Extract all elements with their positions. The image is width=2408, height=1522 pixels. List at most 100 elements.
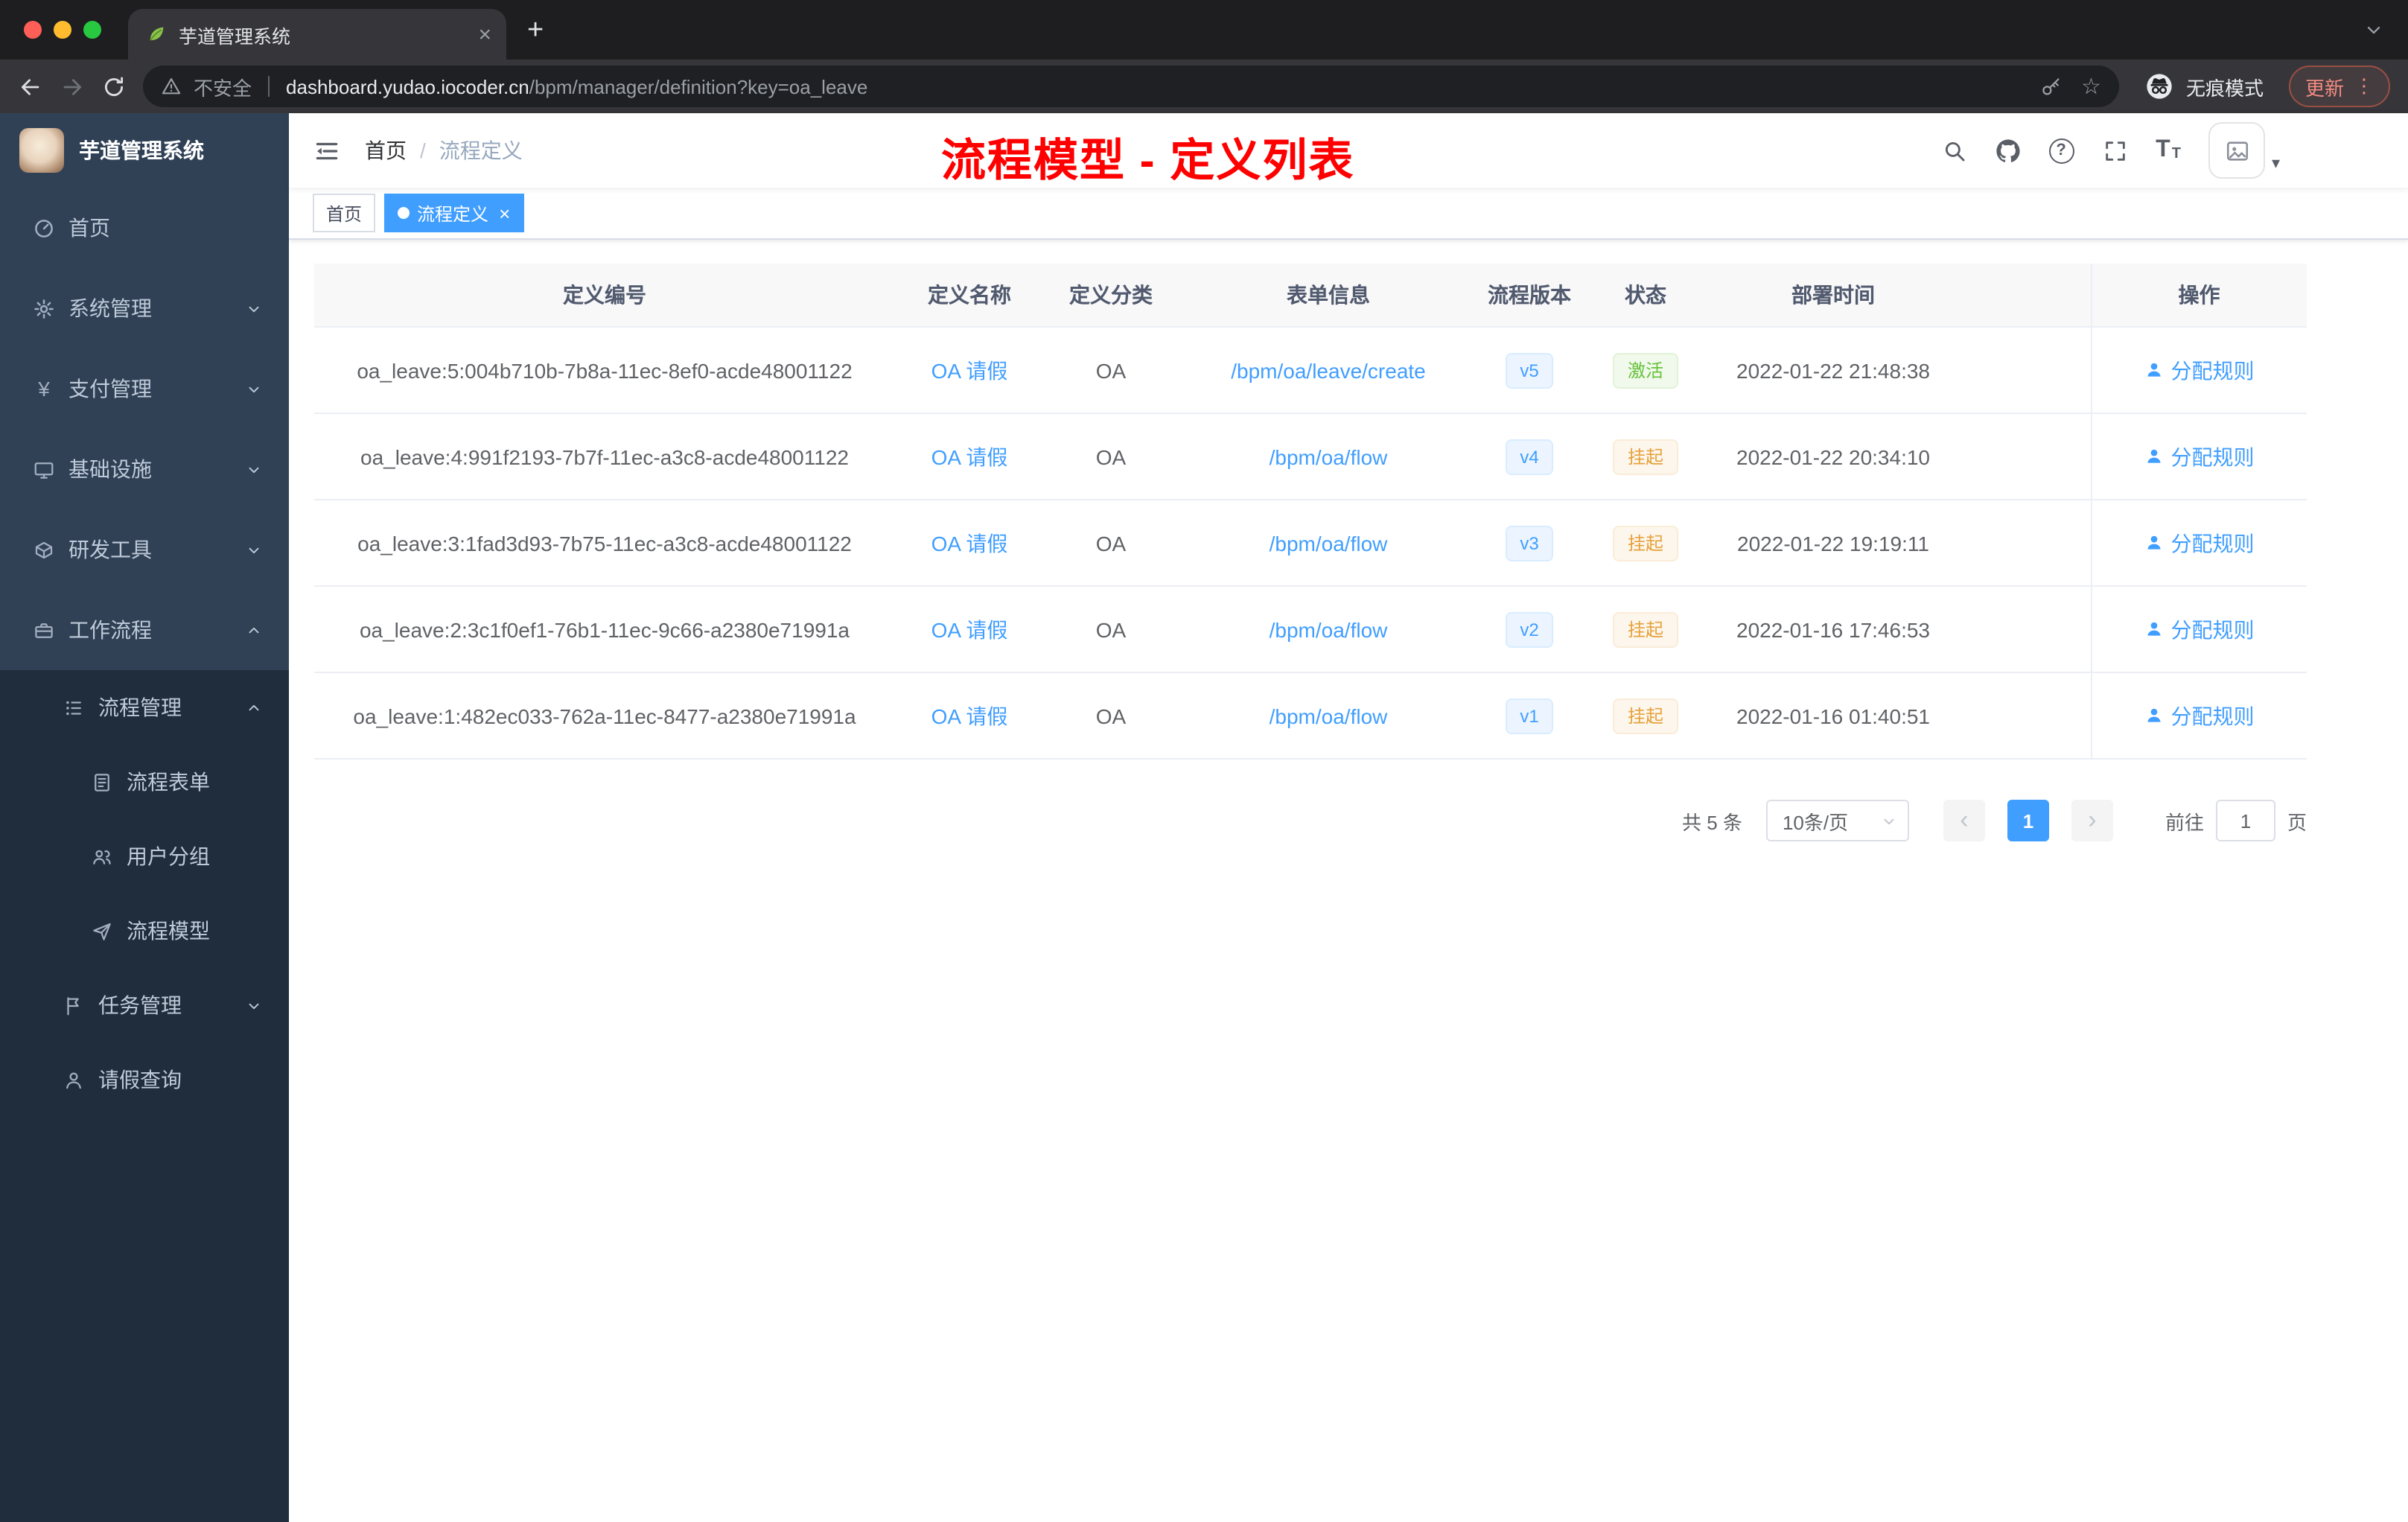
sidebar-item-process-management[interactable]: 流程管理	[0, 670, 289, 745]
definition-name-link[interactable]: OA 请假	[931, 531, 1008, 555]
sidebar-item-home[interactable]: 首页	[0, 188, 289, 268]
cell-filler	[1955, 672, 2091, 760]
paper-plane-icon	[91, 920, 113, 942]
form-link[interactable]: /bpm/oa/flow	[1270, 704, 1388, 727]
assign-rule-link[interactable]: 分配规则	[2144, 614, 2255, 644]
definition-name-link[interactable]: OA 请假	[931, 617, 1008, 641]
sidebar-item-dev-tools[interactable]: 研发工具	[0, 509, 289, 590]
zoom-window-button[interactable]	[83, 21, 101, 39]
tag-current[interactable]: 流程定义 ×	[384, 194, 524, 232]
sidebar-item-task-management[interactable]: 任务管理	[0, 968, 289, 1042]
help-icon[interactable]: ?	[2048, 138, 2074, 163]
minimize-window-button[interactable]	[54, 21, 71, 39]
menu-dots-icon[interactable]: ⋮	[2354, 74, 2374, 98]
col-header-status: 状态	[1580, 264, 1711, 328]
github-icon[interactable]	[1995, 138, 2020, 163]
cell-category: OA	[1044, 327, 1178, 414]
assign-rule-link[interactable]: 分配规则	[2144, 701, 2255, 730]
fullscreen-icon[interactable]	[2102, 138, 2127, 163]
version-badge: v3	[1505, 525, 1554, 561]
version-badge: v5	[1505, 352, 1554, 388]
assign-rule-link[interactable]: 分配规则	[2144, 528, 2255, 558]
cell-definition-id: oa_leave:2:3c1f0ef1-76b1-11ec-9c66-a2380…	[314, 586, 895, 673]
col-header-version: 流程版本	[1479, 264, 1580, 328]
sidebar-item-leave-query[interactable]: 请假查询	[0, 1042, 289, 1117]
caret-down-icon: ▾	[2271, 155, 2280, 173]
browser-tab[interactable]: 芋道管理系统 ×	[128, 9, 506, 60]
prev-page-button[interactable]: ‹	[1943, 800, 1985, 841]
monitor-icon	[33, 458, 55, 480]
next-page-button[interactable]: ›	[2071, 800, 2113, 841]
page-size-select[interactable]: 10条/页	[1765, 800, 1909, 841]
bookmark-star-icon[interactable]: ☆	[2081, 75, 2101, 98]
status-badge: 挂起	[1612, 439, 1678, 474]
assign-rule-link[interactable]: 分配规则	[2144, 442, 2255, 471]
user-avatar[interactable]: ▾	[2208, 122, 2280, 179]
goto-label: 前往	[2165, 811, 2204, 833]
sidebar-item-workflow[interactable]: 工作流程	[0, 590, 289, 670]
sidebar-submenu-workflow: 流程管理 流程表单 用户分组 流程模型 任务管理 请假查询	[0, 670, 289, 1117]
definition-table: 定义编号 定义名称 定义分类 表单信息 流程版本 状态 部署时间 操作 oa_l…	[314, 264, 2307, 760]
box-icon	[33, 538, 55, 561]
close-icon[interactable]: ×	[499, 202, 510, 224]
address-bar[interactable]: 不安全 dashboard.yudao.iocoder.cn/bpm/manag…	[143, 66, 2119, 107]
app-logo[interactable]: 芋道管理系统	[0, 113, 289, 188]
col-header-form-info: 表单信息	[1178, 264, 1479, 328]
cell-category: OA	[1044, 586, 1178, 673]
tree-list-icon	[63, 696, 85, 719]
definition-name-link[interactable]: OA 请假	[931, 704, 1008, 727]
cell-deploy-time: 2022-01-22 20:34:10	[1711, 413, 1955, 500]
back-icon[interactable]	[18, 74, 43, 99]
definition-name-link[interactable]: OA 请假	[931, 358, 1008, 382]
chrome-update-button[interactable]: 更新 ⋮	[2288, 66, 2390, 107]
cell-category: OA	[1044, 413, 1178, 500]
image-placeholder-icon	[2225, 138, 2250, 163]
form-link[interactable]: /bpm/oa/flow	[1270, 531, 1388, 555]
version-badge: v1	[1505, 698, 1554, 733]
flag-icon	[63, 994, 85, 1016]
not-secure-warning-icon[interactable]	[161, 76, 182, 97]
sidebar-item-system-management[interactable]: 系统管理	[0, 268, 289, 348]
current-page-button[interactable]: 1	[2007, 800, 2049, 841]
user-icon	[2144, 620, 2164, 639]
goto-page-input[interactable]	[2215, 800, 2275, 841]
sidebar-item-payment-management[interactable]: ¥ 支付管理	[0, 348, 289, 429]
sidebar-item-infrastructure[interactable]: 基础设施	[0, 429, 289, 509]
refresh-icon[interactable]	[101, 74, 127, 99]
tab-search-chevron-icon[interactable]	[2363, 19, 2384, 40]
pagination-total: 共 5 条	[1682, 811, 1742, 833]
hamburger-icon[interactable]	[313, 136, 341, 165]
search-icon[interactable]	[1941, 138, 1966, 163]
url-text: dashboard.yudao.iocoder.cn/bpm/manager/d…	[286, 75, 867, 98]
breadcrumb-home[interactable]: 首页	[365, 136, 407, 165]
tag-home[interactable]: 首页	[313, 194, 376, 232]
tab-close-icon[interactable]: ×	[478, 22, 491, 47]
sidebar-item-label: 流程模型	[127, 919, 210, 943]
cell-definition-id: oa_leave:4:991f2193-7b7f-11ec-a3c8-acde4…	[314, 413, 895, 500]
chevron-down-icon	[246, 300, 262, 316]
assign-rule-link[interactable]: 分配规则	[2144, 355, 2255, 385]
omnibox-actions: ☆	[2039, 75, 2101, 98]
sidebar-item-label: 任务管理	[98, 993, 182, 1017]
form-link[interactable]: /bpm/oa/leave/create	[1231, 358, 1426, 382]
tags-view: 首页 流程定义 ×	[289, 188, 2408, 240]
chevron-down-icon	[246, 380, 262, 397]
password-key-icon[interactable]	[2039, 75, 2062, 98]
user-icon	[2144, 706, 2164, 725]
sidebar-item-user-group[interactable]: 用户分组	[0, 819, 289, 894]
definition-name-link[interactable]: OA 请假	[931, 445, 1008, 468]
form-link[interactable]: /bpm/oa/flow	[1270, 617, 1388, 641]
sidebar-item-process-form[interactable]: 流程表单	[0, 745, 289, 819]
new-tab-button[interactable]: +	[527, 16, 544, 44]
browser-tab-strip: 芋道管理系统 × +	[0, 0, 2408, 60]
forward-icon[interactable]	[60, 74, 85, 99]
col-header-actions: 操作	[2090, 264, 2307, 328]
close-window-button[interactable]	[24, 21, 42, 39]
url-host: dashboard.yudao.iocoder.cn	[286, 75, 529, 98]
font-size-icon[interactable]: T T	[2156, 138, 2181, 162]
form-link[interactable]: /bpm/oa/flow	[1270, 445, 1388, 468]
sidebar-item-process-model[interactable]: 流程模型	[0, 894, 289, 968]
assign-rule-label: 分配规则	[2170, 358, 2255, 382]
cell-definition-id: oa_leave:1:482ec033-762a-11ec-8477-a2380…	[314, 672, 895, 760]
sidebar-item-label: 系统管理	[69, 296, 152, 320]
